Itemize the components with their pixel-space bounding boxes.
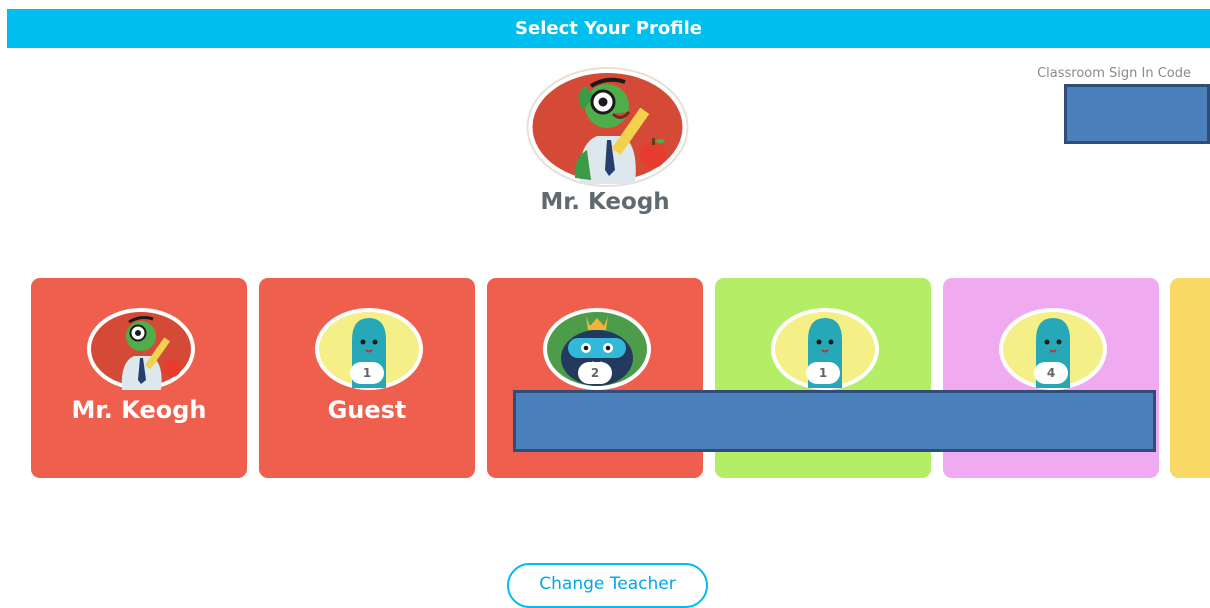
change-teacher-button[interactable]: Change Teacher [507, 563, 708, 608]
bookworm-teacher-icon[interactable] [525, 66, 690, 188]
page-header: Select Your Profile [7, 9, 1210, 48]
profile-badge: 2 [578, 362, 612, 384]
teacher-name: Mr. Keogh [540, 189, 670, 215]
profile-card-guest[interactable]: 1 Guest [259, 278, 475, 478]
profile-label: Guest [327, 396, 407, 424]
student-names-redacted [513, 390, 1156, 452]
bookworm-teacher-icon [87, 308, 196, 390]
page-title: Select Your Profile [515, 18, 702, 39]
profile-badge: 1 [350, 362, 384, 384]
classroom-code-redacted [1064, 84, 1210, 144]
profile-card-teacher[interactable]: Mr. Keogh [31, 278, 247, 478]
classroom-sign-in-label: Classroom Sign In Code [1037, 66, 1191, 81]
profile-card-partial[interactable] [1170, 278, 1210, 478]
profile-label: Mr. Keogh [71, 396, 207, 424]
profile-badge: 1 [806, 362, 840, 384]
change-teacher-label: Change Teacher [539, 574, 676, 594]
profile-badge: 4 [1034, 362, 1068, 384]
